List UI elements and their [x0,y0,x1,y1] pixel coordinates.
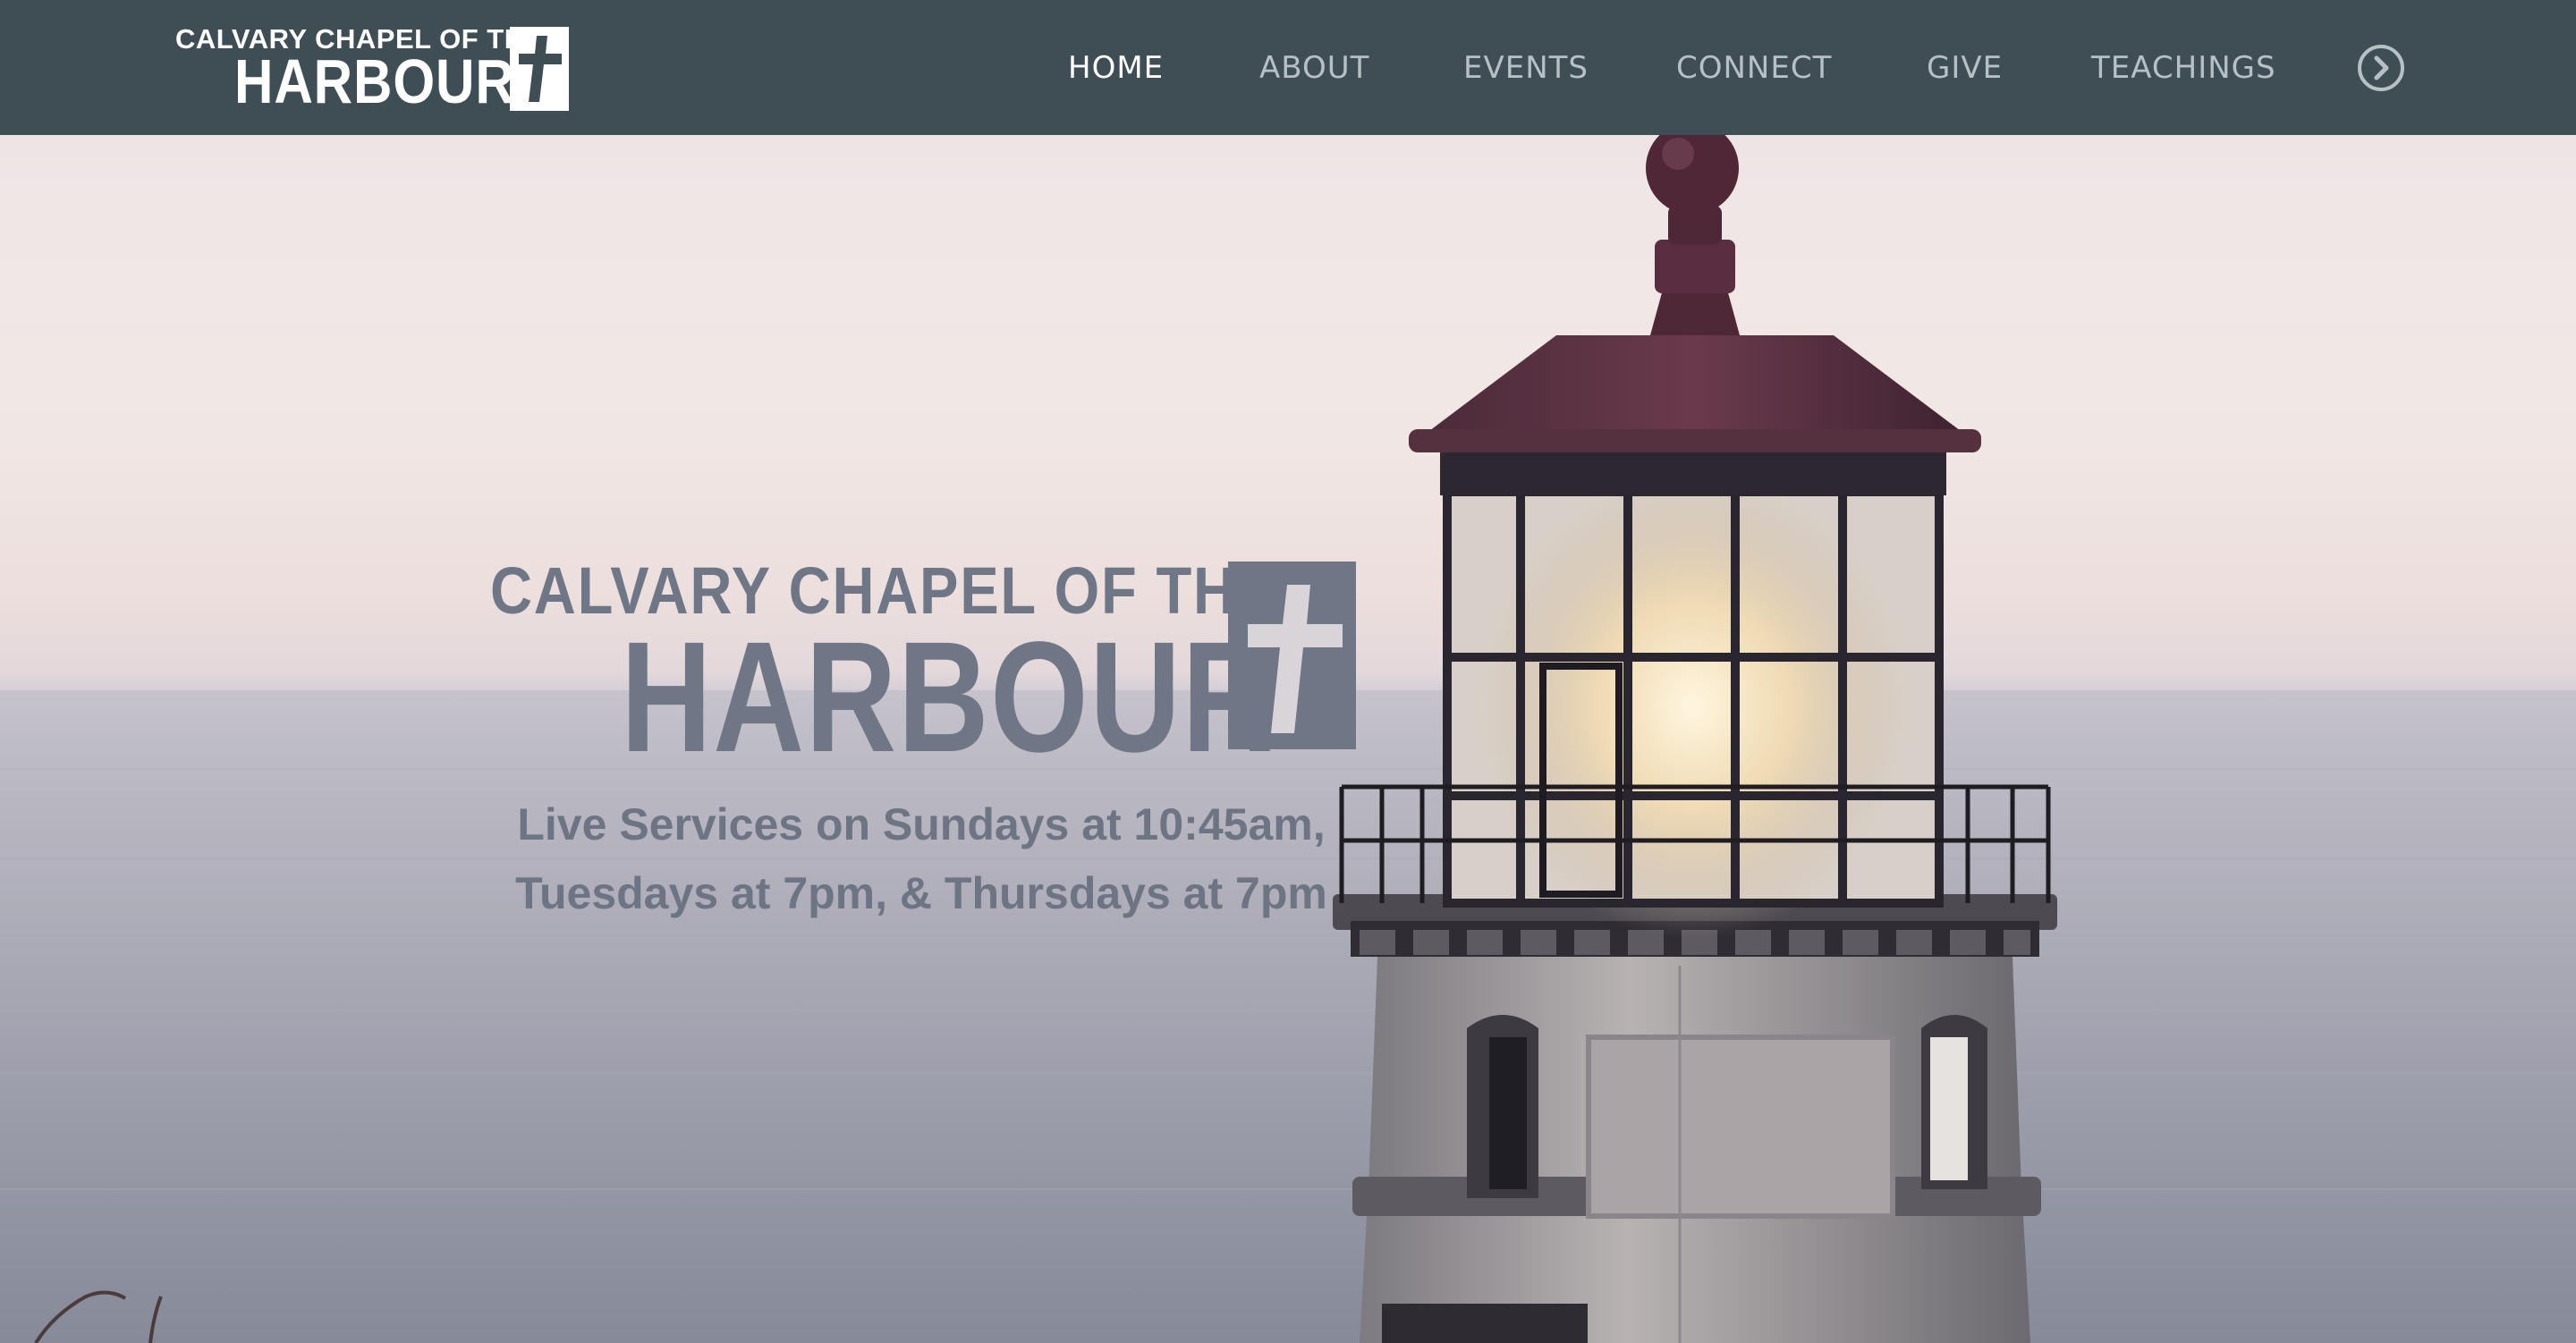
hero-cross-icon [1228,562,1356,749]
hero-logo: CALVARY CHAPEL OF THE HARBOUR [490,553,1367,776]
nav-item-events[interactable]: EVENTS [1463,50,1589,86]
nav-menu: HOME ABOUT EVENTS CONNECT GIVE TEACHINGS [0,0,2576,135]
nav-item-about[interactable]: ABOUT [1259,50,1369,86]
chevron-right-circle-icon[interactable] [2356,43,2406,93]
service-times-line2: Tuesdays at 7pm, & Thursdays at 7pm [515,868,1327,918]
top-navbar: CALVARY CHAPEL OF THE HARBOUR HOME ABOUT… [0,0,2576,135]
hero-logo-line2: HARBOUR [621,610,1275,785]
nav-item-teachings[interactable]: TEACHINGS [2091,50,2276,86]
nav-item-home[interactable]: HOME [1068,50,1164,86]
service-times: Live Services on Sundays at 10:45am, Tue… [501,790,1342,928]
nav-item-connect[interactable]: CONNECT [1676,50,1832,86]
service-times-line1: Live Services on Sundays at 10:45am, [517,799,1326,849]
nav-item-give[interactable]: GIVE [1927,50,2003,86]
